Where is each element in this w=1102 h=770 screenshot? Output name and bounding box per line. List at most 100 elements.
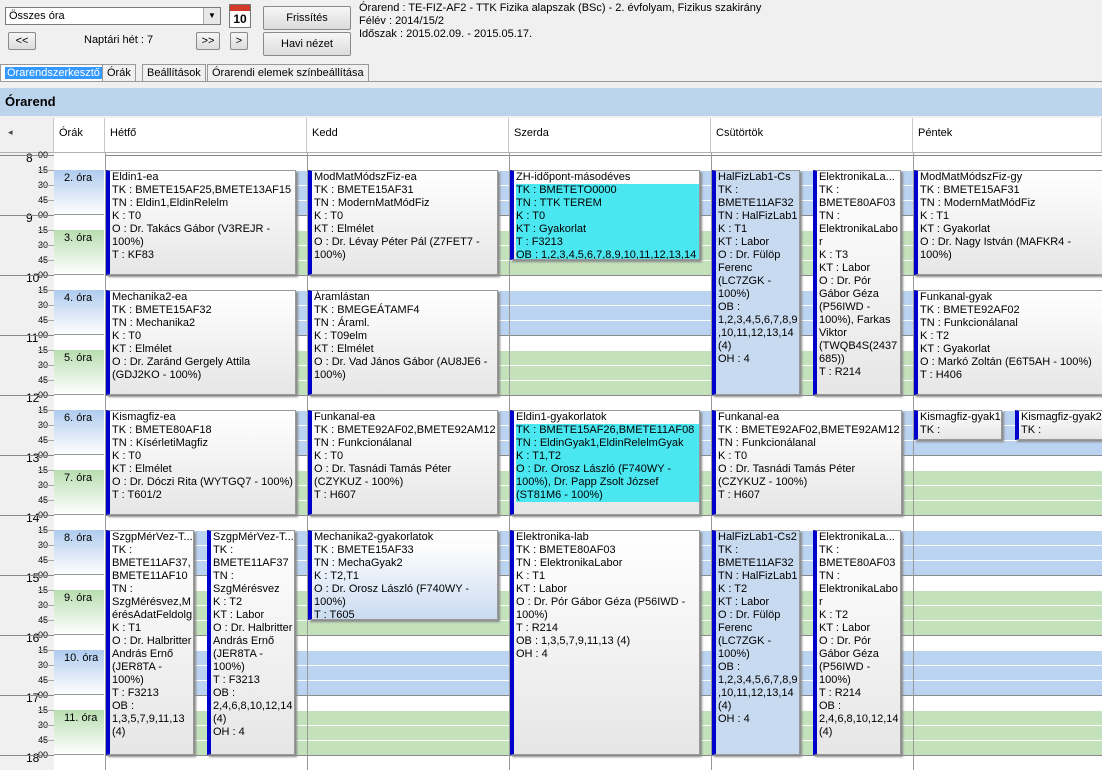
event-title: Funkanal-gyak bbox=[920, 291, 993, 303]
ora-label: 4. óra bbox=[54, 290, 104, 335]
corner-cell: ◂ bbox=[0, 118, 54, 152]
event-details: TK : BMETE92AF02,BMETE92AM12 TN : Funkci… bbox=[314, 424, 496, 501]
event-details: TK : BMETE15AF31 TN : ModernMatMódFiz K … bbox=[920, 184, 1071, 261]
event-details: TK : BMETE15AF33 TN : MechaGyak2 K : T2,… bbox=[314, 544, 497, 619]
event-card[interactable]: ZH-időpont-másodéves TK : BMETETO0000 TN … bbox=[510, 170, 700, 260]
event-card[interactable]: ModMatMódszFiz-gy TK : BMETE15AF31 TN : M… bbox=[914, 170, 1102, 275]
event-details: TK : BMETE92AF02,BMETE92AM12 TN : Funkci… bbox=[718, 424, 900, 501]
info-line-timetable: Órarend : TE-FIZ-AF2 - TTK Fizika alapsz… bbox=[359, 2, 762, 14]
event-title: ZH-időpont-másodéves bbox=[516, 171, 631, 183]
event-title: HalFizLab1-Cs2 bbox=[718, 531, 797, 543]
event-title: Mechanika2-ea bbox=[112, 291, 188, 303]
event-card[interactable]: Mechanika2-ea TK : BMETE15AF32 TN : Mecha… bbox=[106, 290, 296, 395]
event-details: TK : BMEGEÁTAMF4 TN : Áraml. K : T09elm … bbox=[314, 304, 488, 381]
event-details: TK : bbox=[920, 424, 941, 436]
ora-label: 9. óra bbox=[54, 590, 104, 635]
prev-week-button[interactable]: << bbox=[8, 32, 36, 50]
event-title: ElektronikaLa... bbox=[819, 171, 895, 183]
hour-label: 8 bbox=[26, 151, 33, 165]
event-card[interactable]: Funkanal-ea TK : BMETE92AF02,BMETE92AM12 … bbox=[712, 410, 902, 515]
ora-label: 11. óra bbox=[54, 710, 104, 755]
event-details: TK : BMETE15AF26,BMETE11AF08 TN : EldinG… bbox=[516, 424, 699, 502]
event-details: TK : BMETE80AF03 TN : ElektronikaLabo r … bbox=[819, 544, 899, 738]
event-card[interactable]: Kismagfiz-ea TK : BMETE80AF18 TN : Kísérl… bbox=[106, 410, 296, 515]
hour-label: 9 bbox=[26, 211, 33, 225]
header-friday: Péntek bbox=[913, 118, 1102, 152]
event-details: TK : BMETE11AF37, BMETE11AF10 TN : SzgMé… bbox=[112, 544, 193, 738]
event-title: Áramlástan bbox=[314, 291, 370, 303]
event-title: Funkanal-ea bbox=[314, 411, 376, 423]
event-title: Funkanal-ea bbox=[718, 411, 780, 423]
chevron-down-icon[interactable]: ▼ bbox=[203, 8, 220, 24]
event-card[interactable]: SzgpMérVez-T... TK : BMETE11AF37 TN : Szg… bbox=[207, 530, 295, 755]
event-details: TK : BMETE92AF02 TN : Funkcionálanal K :… bbox=[920, 304, 1092, 381]
event-title: Eldin1-ea bbox=[112, 171, 159, 183]
event-card[interactable]: HalFizLab1-Cs TK : BMETE11AF32 TN : HalFi… bbox=[712, 170, 800, 395]
monthly-view-button[interactable]: Havi nézet bbox=[263, 32, 351, 56]
calendar-icon-number: 10 bbox=[233, 12, 247, 26]
event-details: TK : BMETE11AF37 TN : SzgMérésvez K : T2… bbox=[213, 544, 293, 738]
event-card[interactable]: ElektronikaLa... TK : BMETE80AF03 TN : El… bbox=[813, 170, 901, 395]
hour-label: 11 bbox=[26, 331, 39, 345]
ora-label: 2. óra bbox=[54, 170, 104, 215]
header-thursday: Csütörtök bbox=[711, 118, 913, 152]
event-title: Mechanika2-gyakorlatok bbox=[314, 531, 434, 543]
event-card[interactable]: HalFizLab1-Cs2 TK : BMETE11AF32 TN : HalF… bbox=[712, 530, 800, 755]
header-orak: Órák bbox=[54, 118, 105, 152]
hour-filter-select[interactable]: Összes óra ▼ bbox=[5, 7, 221, 25]
event-title: Eldin1-gyakorlatok bbox=[516, 411, 607, 423]
event-card[interactable]: ElektronikaLa... TK : BMETE80AF03 TN : El… bbox=[813, 530, 901, 755]
event-card[interactable]: Eldin1-gyakorlatok TK : BMETE15AF26,BMETE… bbox=[510, 410, 700, 515]
event-card[interactable]: Funkanal-ea TK : BMETE92AF02,BMETE92AM12 … bbox=[308, 410, 498, 515]
event-title: Kismagfiz-gyak1 bbox=[920, 411, 1001, 423]
event-card[interactable]: Kismagfiz-gyak2 TK : bbox=[1015, 410, 1102, 440]
event-details: TK : BMETETO0000 TN : TTK TEREM K : T0 K… bbox=[516, 184, 699, 259]
ora-label: 10. óra bbox=[54, 650, 104, 695]
event-details: TK : BMETE15AF32 TN : Mechanika2 K : T0 … bbox=[112, 304, 251, 381]
event-card[interactable]: Kismagfiz-gyak1 TK : bbox=[914, 410, 1002, 440]
event-title: Elektronika-lab bbox=[516, 531, 589, 543]
hour-filter-value: Összes óra bbox=[9, 10, 65, 22]
tab-color-settings[interactable]: Órarendi elemek színbeállítása bbox=[207, 64, 369, 81]
event-card[interactable]: Elektronika-lab TK : BMETE80AF03 TN : Ele… bbox=[510, 530, 700, 755]
next-small-button[interactable]: > bbox=[230, 32, 248, 50]
event-card[interactable]: SzgpMérVez-T... TK : BMETE11AF37, BMETE11… bbox=[106, 530, 194, 755]
event-card[interactable]: Eldin1-ea TK : BMETE15AF25,BMETE13AF15 TN… bbox=[106, 170, 296, 275]
tab-hours[interactable]: Órák bbox=[102, 64, 136, 81]
next-week-button[interactable]: >> bbox=[196, 32, 220, 50]
event-title: SzgpMérVez-T... bbox=[112, 531, 193, 543]
event-title: Kismagfiz-ea bbox=[112, 411, 176, 423]
tab-settings[interactable]: Beállítások bbox=[142, 64, 206, 81]
event-title: HalFizLab1-Cs bbox=[718, 171, 791, 183]
refresh-button[interactable]: Frissítés bbox=[263, 6, 351, 30]
event-title: Kismagfiz-gyak2 bbox=[1021, 411, 1102, 423]
info-line-semester: Félév : 2014/15/2 bbox=[359, 15, 445, 27]
calendar-icon[interactable]: 10 bbox=[229, 4, 251, 28]
ora-label: 6. óra bbox=[54, 410, 104, 455]
header-monday: Hétfő bbox=[105, 118, 307, 152]
tab-timetable-editor[interactable]: Órarendszerkesztő bbox=[0, 64, 107, 81]
page-title-bar: Órarend bbox=[0, 88, 1102, 116]
event-details: TK : BMETE15AF31 TN : ModernMatMódFiz K … bbox=[314, 184, 480, 261]
event-card[interactable]: Áramlástan TK : BMEGEÁTAMF4 TN : Áraml. K… bbox=[308, 290, 498, 395]
event-details: TK : BMETE11AF32 TN : HalFizLab1 K : T1 … bbox=[718, 184, 798, 365]
ora-label: 7. óra bbox=[54, 470, 104, 515]
week-label: Naptári hét : 7 bbox=[84, 34, 154, 46]
event-title: ElektronikaLa... bbox=[819, 531, 895, 543]
event-details: TK : BMETE80AF03 TN : ElektronikaLabor K… bbox=[516, 544, 686, 660]
event-card[interactable]: Mechanika2-gyakorlatok TK : BMETE15AF33 T… bbox=[308, 530, 498, 620]
event-card[interactable]: ModMatMódszFiz-ea TK : BMETE15AF31 TN : M… bbox=[308, 170, 498, 275]
event-details: TK : bbox=[1021, 424, 1042, 436]
event-title: ModMatMódszFiz-gy bbox=[920, 171, 1023, 183]
event-title: ModMatMódszFiz-ea bbox=[314, 171, 417, 183]
left-arrow-icon[interactable]: ◂ bbox=[8, 127, 13, 138]
page-title: Órarend bbox=[5, 94, 56, 109]
event-card[interactable]: Funkanal-gyak TK : BMETE92AF02 TN : Funkc… bbox=[914, 290, 1102, 395]
event-details: TK : BMETE80AF18 TN : KísérletiMagfiz K … bbox=[112, 424, 293, 501]
header-tuesday: Kedd bbox=[307, 118, 509, 152]
event-details: TK : BMETE80AF03 TN : ElektronikaLabo r … bbox=[819, 184, 898, 378]
timetable-grid[interactable]: ◂ Órák Hétfő Kedd Szerda Csütörtök Pénte… bbox=[0, 118, 1102, 770]
event-title: SzgpMérVez-T... bbox=[213, 531, 294, 543]
info-line-period: Időszak : 2015.02.09. - 2015.05.17. bbox=[359, 28, 533, 40]
event-details: TK : BMETE15AF25,BMETE13AF15 TN : Eldin1… bbox=[112, 184, 292, 261]
